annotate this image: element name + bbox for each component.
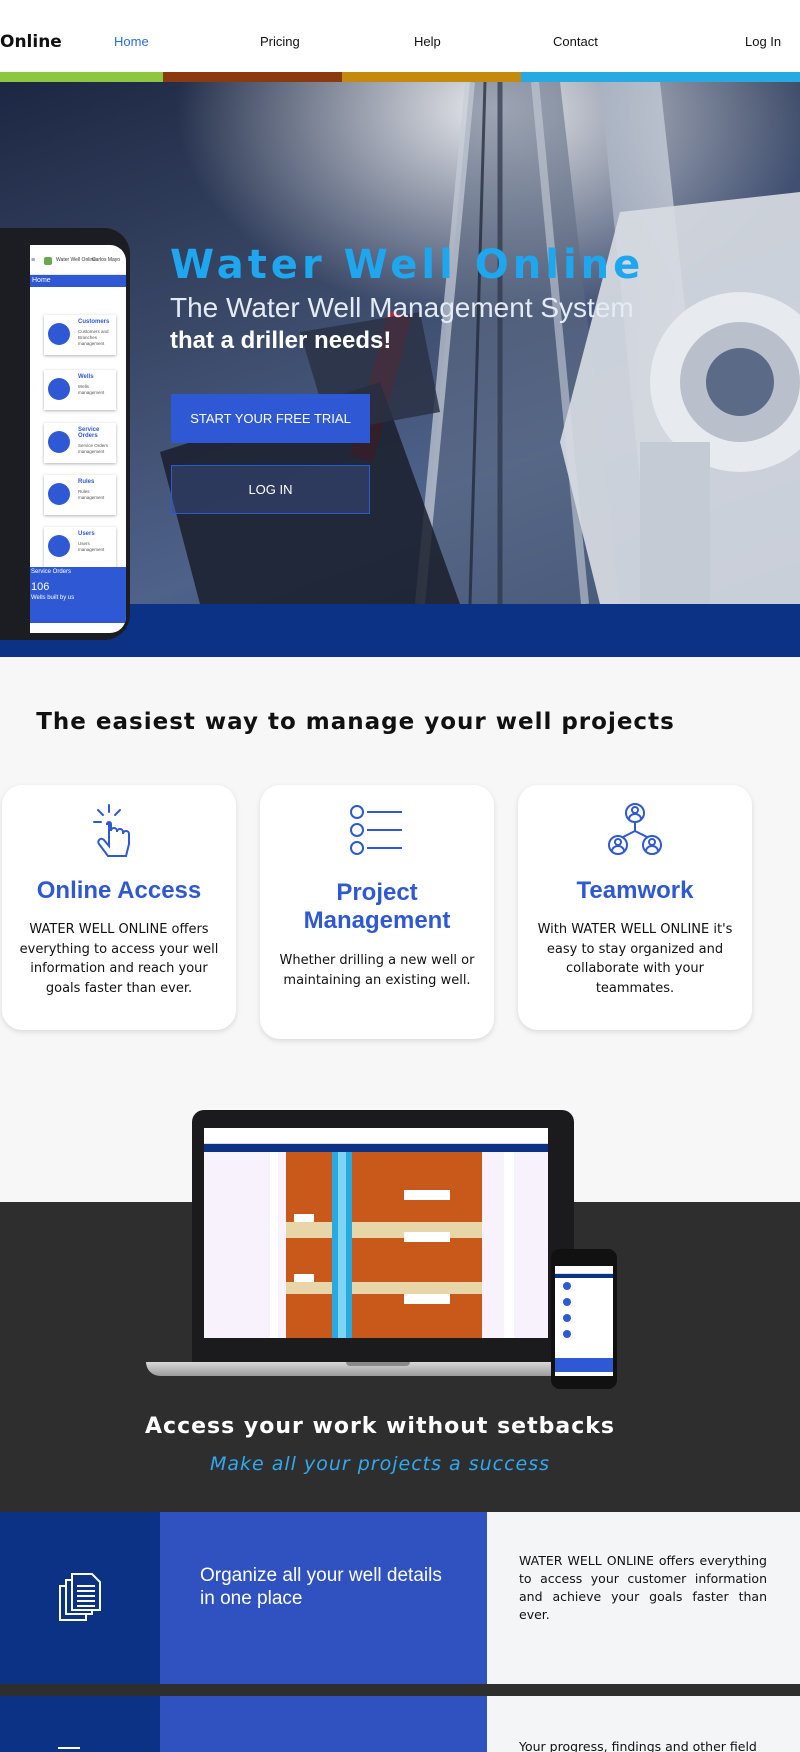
- brand-name[interactable]: Online: [0, 32, 62, 52]
- documents-icon: [59, 1573, 101, 1621]
- document-icon: [58, 1747, 80, 1749]
- hero-login-button[interactable]: Log in: [171, 465, 370, 514]
- phone-stats-panel: Service Orders 106 Wells built by us: [30, 567, 126, 623]
- customers-icon: [48, 323, 70, 345]
- features-heading: The easiest way to manage your well proj…: [36, 709, 675, 735]
- hero-subtitle: The Water Well Management System: [170, 292, 634, 323]
- small-phone-mockup-screen: [555, 1266, 613, 1376]
- phone-home-bar: Home: [30, 275, 126, 287]
- nav-link-help[interactable]: Help: [414, 34, 441, 49]
- nav-link-contact[interactable]: Contact: [553, 34, 598, 49]
- color-stripe-gold: [342, 72, 521, 82]
- app-logo-icon: [44, 257, 52, 265]
- hero-title: Water Well Online: [170, 242, 645, 288]
- benefit-desc: Your progress, findings and other field: [519, 1739, 757, 1752]
- laptop-mockup-screen: [204, 1128, 548, 1338]
- phone-card-customers: Customers Customers and Branches managem…: [44, 315, 116, 355]
- feature-card-online-access: Online Access WATER WELL ONLINE offers e…: [2, 785, 236, 1030]
- phone-card-users: Users Users management: [44, 527, 116, 567]
- users-icon: [48, 535, 70, 557]
- benefit-title: Organize all your well details in one pl…: [200, 1565, 442, 1609]
- nav-link-home[interactable]: Home: [114, 34, 149, 49]
- rules-icon: [48, 483, 70, 505]
- nav-link-pricing[interactable]: Pricing: [260, 34, 300, 49]
- well-icon: [48, 378, 70, 400]
- feature-card-project-management: Project Management Whether drilling a ne…: [260, 785, 494, 1039]
- phone-mockup-screen: ≡ Water Well Online Carlos Mayo Home Cus…: [30, 245, 126, 633]
- feature-title: Online Access: [36, 877, 202, 904]
- top-nav: Online Home Pricing Help Contact Log In: [0, 0, 800, 72]
- color-stripe-green: [0, 72, 163, 82]
- benefit-row-2-title-cell: [160, 1696, 487, 1752]
- feature-desc: WATER WELL ONLINE offers everything to a…: [19, 922, 219, 996]
- phone-card-wells: Wells Wells management: [44, 370, 116, 410]
- list-icon: [350, 805, 402, 855]
- feature-card-teamwork: Teamwork With WATER WELL ONLINE it's eas…: [518, 785, 752, 1030]
- service-orders-icon: [48, 431, 70, 453]
- benefit-desc: WATER WELL ONLINE offers everything to a…: [519, 1553, 767, 1623]
- feature-title: Teamwork: [576, 877, 694, 904]
- devices-subtitle: Make all your projects a success: [209, 1453, 551, 1475]
- phone-card-rules: Rules Rules management: [44, 475, 116, 515]
- hero-subtitle-bold: that a driller needs!: [170, 327, 392, 354]
- benefit-row-2-icon-cell: [0, 1696, 160, 1752]
- well-log-diagram: [204, 1152, 548, 1338]
- benefit-row-1-icon-cell: [0, 1512, 160, 1684]
- menu-icon: ≡: [31, 257, 36, 264]
- start-free-trial-button[interactable]: Start your free trial: [171, 394, 370, 443]
- benefit-divider: [0, 1684, 800, 1696]
- team-icon: [608, 803, 662, 855]
- color-stripe-blue: [521, 72, 800, 82]
- phone-card-service-orders: Service Orders Service Orders management: [44, 423, 116, 463]
- feature-desc: Whether drilling a new well or maintaini…: [279, 953, 475, 988]
- phone-app-name: Water Well Online: [56, 257, 97, 263]
- pointer-click-icon: [93, 804, 130, 857]
- feature-desc: With WATER WELL ONLINE it's easy to stay…: [537, 922, 733, 996]
- nav-link-login[interactable]: Log In: [745, 34, 781, 49]
- devices-title: Access your work without setbacks: [145, 1414, 615, 1439]
- color-stripe-brown: [163, 72, 342, 82]
- feature-title: Project Management: [303, 879, 451, 934]
- phone-user-name: Carlos Mayo: [92, 257, 121, 263]
